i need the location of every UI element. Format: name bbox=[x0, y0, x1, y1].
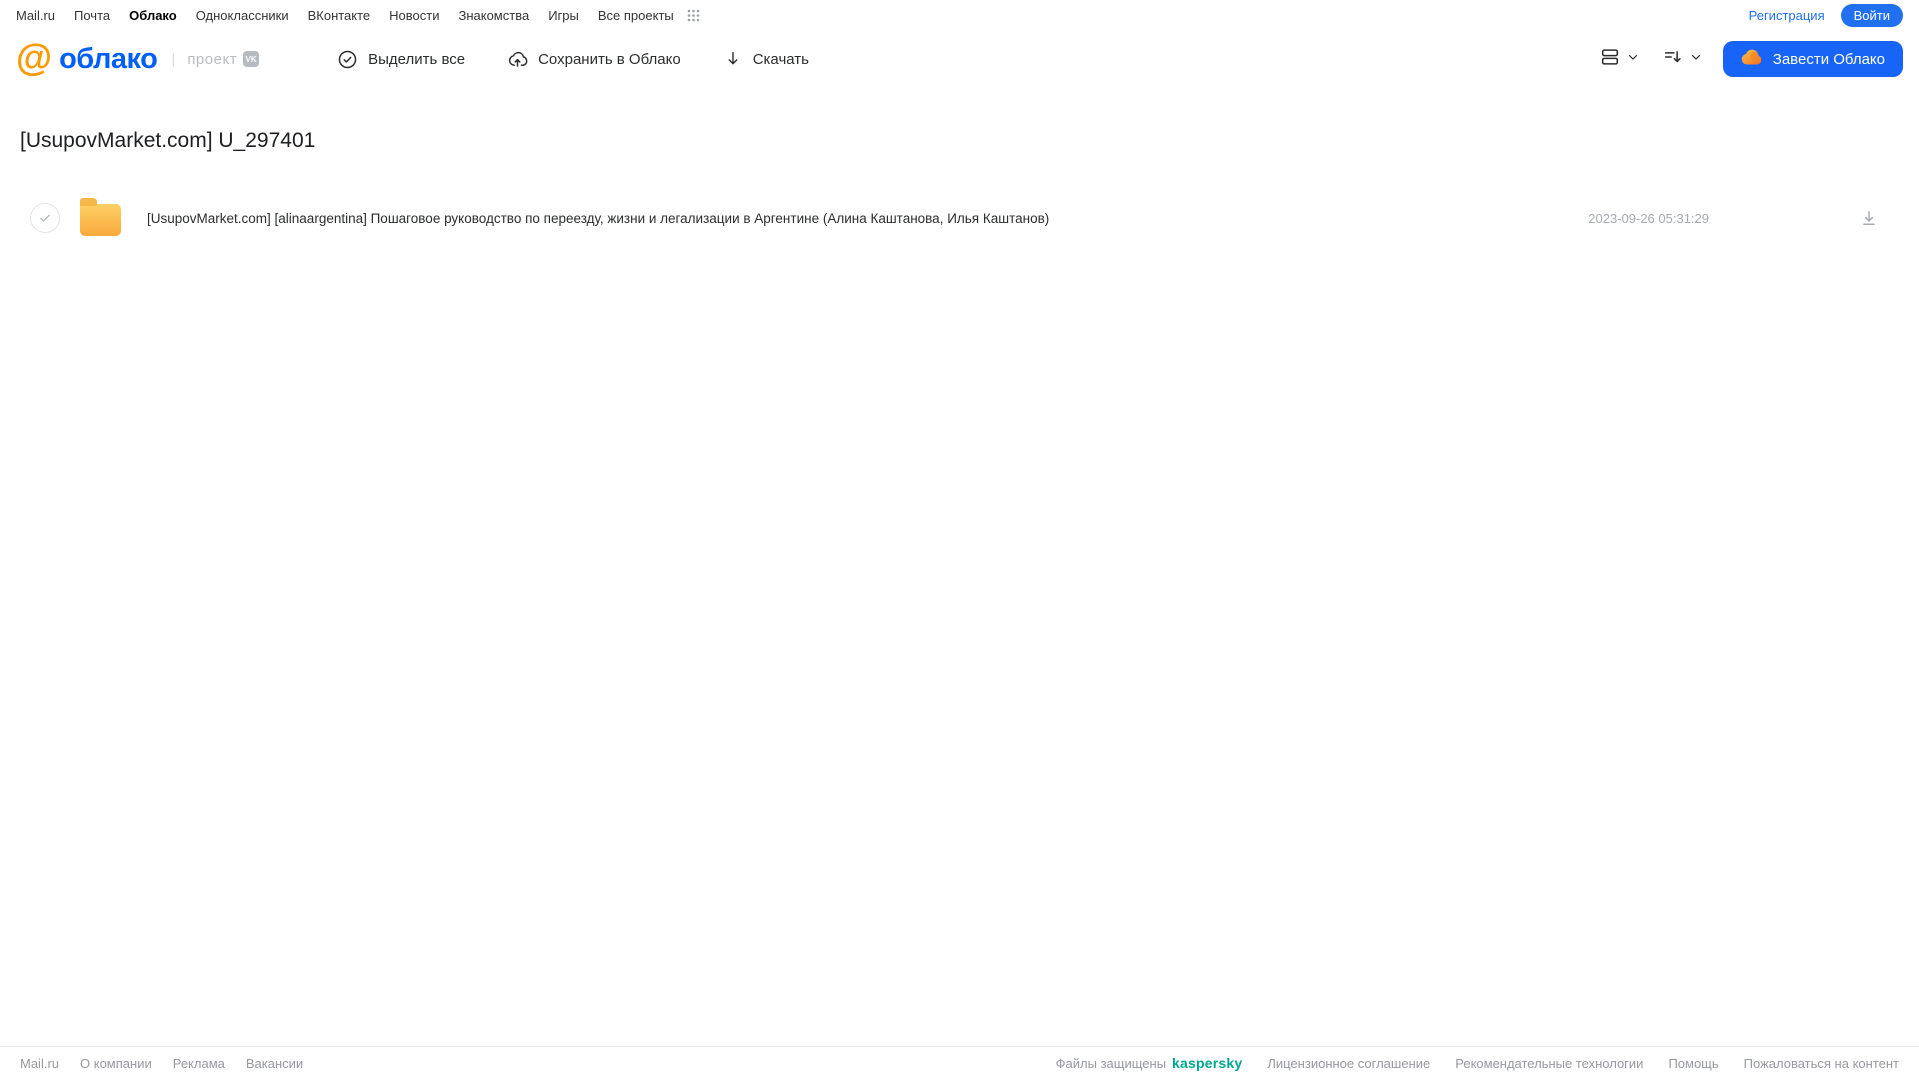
portal-topbar: Mail.ru Почта Облако Одноклассники ВКонт… bbox=[0, 0, 1919, 31]
row-checkbox[interactable] bbox=[30, 203, 60, 233]
main-content: [UsupovMarket.com] U_297401 [UsupovMarke… bbox=[0, 87, 1919, 1046]
kaspersky-logo[interactable]: kaspersky bbox=[1172, 1055, 1242, 1071]
cloud-upload-icon bbox=[507, 49, 528, 70]
download-button[interactable]: Скачать bbox=[723, 49, 809, 69]
footer-link-recommendations[interactable]: Рекомендательные технологии bbox=[1455, 1056, 1643, 1071]
sort-selector[interactable] bbox=[1662, 46, 1703, 73]
topbar-link-igry[interactable]: Игры bbox=[548, 8, 579, 23]
topbar-link-novosti[interactable]: Новости bbox=[389, 8, 439, 23]
logo-text: облако bbox=[59, 42, 158, 75]
select-all-label: Выделить все bbox=[368, 50, 466, 68]
footer-link-jobs[interactable]: Вакансии bbox=[246, 1056, 303, 1071]
get-cloud-label: Завести Облако bbox=[1772, 50, 1885, 68]
page-title: [UsupovMarket.com] U_297401 bbox=[20, 129, 316, 152]
project-vk-label: проект bbox=[187, 50, 238, 68]
footer-link-help[interactable]: Помощь bbox=[1668, 1056, 1718, 1071]
kaspersky-protection: Файлы защищены kaspersky bbox=[1056, 1055, 1243, 1071]
topbar-link-oblako[interactable]: Облако bbox=[129, 8, 177, 23]
save-to-cloud-label: Сохранить в Облако bbox=[538, 50, 681, 68]
save-to-cloud-button[interactable]: Сохранить в Облако bbox=[507, 49, 681, 70]
topbar-link-znakomstva[interactable]: Знакомства bbox=[458, 8, 529, 23]
sort-icon bbox=[1662, 46, 1684, 73]
topbar-link-odnoklassniki[interactable]: Одноклассники bbox=[196, 8, 289, 23]
footer-right-links: Файлы защищены kaspersky Лицензионное со… bbox=[1056, 1055, 1899, 1071]
footer-link-about[interactable]: О компании bbox=[80, 1056, 152, 1071]
file-row[interactable]: [UsupovMarket.com] [alinaargentina] Поша… bbox=[16, 197, 1903, 239]
topbar-link-all-projects[interactable]: Все проекты bbox=[598, 8, 674, 23]
cloud-logo[interactable]: @ облако | проект VK bbox=[16, 37, 260, 78]
logo-separator: | bbox=[171, 50, 176, 68]
footer-link-report[interactable]: Пожаловаться на контент bbox=[1744, 1056, 1899, 1071]
folder-icon bbox=[80, 198, 121, 236]
view-mode-selector[interactable] bbox=[1599, 46, 1640, 73]
header: @ облако | проект VK Выделить все Сохран… bbox=[0, 31, 1919, 87]
protected-by-label: Файлы защищены bbox=[1055, 1055, 1167, 1071]
topbar-link-mailru[interactable]: Mail.ru bbox=[16, 8, 55, 23]
vk-logo-icon: VK bbox=[243, 51, 260, 67]
all-projects-grid-icon[interactable] bbox=[687, 9, 700, 22]
download-arrow-icon bbox=[723, 49, 743, 69]
row-download-icon[interactable] bbox=[1859, 208, 1879, 228]
check-circle-icon bbox=[337, 49, 358, 70]
chevron-down-icon bbox=[1626, 50, 1640, 69]
toolbar: Выделить все Сохранить в Облако Скачать bbox=[337, 49, 809, 70]
file-name[interactable]: [UsupovMarket.com] [alinaargentina] Поша… bbox=[147, 211, 1588, 226]
file-date: 2023-09-26 05:31:29 bbox=[1588, 210, 1709, 226]
download-label: Скачать bbox=[752, 50, 809, 68]
footer-link-ads[interactable]: Реклама bbox=[173, 1056, 225, 1071]
footer-link-mailru[interactable]: Mail.ru bbox=[20, 1056, 59, 1071]
chevron-down-icon bbox=[1689, 50, 1703, 69]
list-view-icon bbox=[1599, 46, 1621, 73]
select-all-button[interactable]: Выделить все bbox=[337, 49, 465, 70]
topbar-link-pochta[interactable]: Почта bbox=[74, 8, 110, 23]
get-cloud-button[interactable]: Завести Облако bbox=[1722, 41, 1903, 77]
footer-link-license[interactable]: Лицензионное соглашение bbox=[1267, 1056, 1430, 1071]
topbar-link-vkontakte[interactable]: ВКонтакте bbox=[308, 8, 371, 23]
header-right-controls: Завести Облако bbox=[1599, 41, 1903, 77]
footer: Mail.ru О компании Реклама Вакансии Файл… bbox=[0, 1046, 1919, 1079]
login-button[interactable]: Войти bbox=[1840, 4, 1903, 27]
footer-left-links: Mail.ru О компании Реклама Вакансии bbox=[20, 1056, 303, 1071]
mailru-at-icon: @ bbox=[16, 37, 53, 78]
cloud-icon bbox=[1741, 49, 1763, 69]
registration-link[interactable]: Регистрация bbox=[1749, 8, 1825, 23]
